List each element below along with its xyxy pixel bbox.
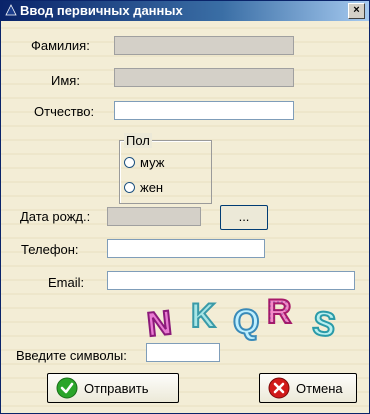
svg-text:S: S <box>310 304 338 341</box>
cancel-button[interactable]: Отмена <box>259 373 357 403</box>
surname-label: Фамилия: <box>31 38 90 53</box>
svg-text:K: K <box>191 297 216 335</box>
gender-group: Пол муж жен <box>119 133 212 204</box>
captcha-image: N K Q R S R <box>145 293 339 341</box>
phone-label: Телефон: <box>21 242 79 257</box>
birthdate-picker-button[interactable]: ... <box>220 205 268 230</box>
name-field[interactable] <box>114 68 294 87</box>
app-icon <box>5 4 17 16</box>
data-entry-dialog: Ввод первичных данных × Фамилия: Имя: От… <box>0 0 370 414</box>
gender-male-label: муж <box>140 155 165 170</box>
gender-group-label: Пол <box>124 133 152 148</box>
svg-text:Q: Q <box>233 303 259 341</box>
svg-text:N: N <box>145 304 173 341</box>
gender-male-radio[interactable]: муж <box>124 155 164 170</box>
surname-field[interactable] <box>114 36 294 55</box>
email-label: Email: <box>48 275 85 290</box>
window-title: Ввод первичных данных <box>20 3 183 18</box>
phone-field[interactable] <box>107 239 265 258</box>
birthdate-label: Дата рожд.: <box>20 209 91 224</box>
title-bar[interactable]: Ввод первичных данных × <box>1 1 369 21</box>
captcha-label: Введите символы: <box>16 348 127 363</box>
birthdate-field[interactable] <box>107 207 201 226</box>
cancel-x-icon <box>268 377 290 399</box>
captcha-field[interactable] <box>146 343 220 362</box>
gender-female-radio[interactable]: жен <box>124 180 163 195</box>
name-label: Имя: <box>51 73 80 88</box>
svg-text:R: R <box>267 293 292 331</box>
gender-female-label: жен <box>140 180 164 195</box>
send-button[interactable]: Отправить <box>47 373 179 403</box>
close-button[interactable]: × <box>348 3 365 19</box>
radio-circle-icon <box>124 157 135 168</box>
send-button-label: Отправить <box>84 380 149 396</box>
radio-circle-icon <box>124 182 135 193</box>
email-field[interactable] <box>107 271 355 290</box>
patronymic-label: Отчество: <box>34 104 95 119</box>
patronymic-field[interactable] <box>114 101 294 120</box>
cancel-button-label: Отмена <box>296 380 343 396</box>
checkmark-icon <box>56 377 78 399</box>
